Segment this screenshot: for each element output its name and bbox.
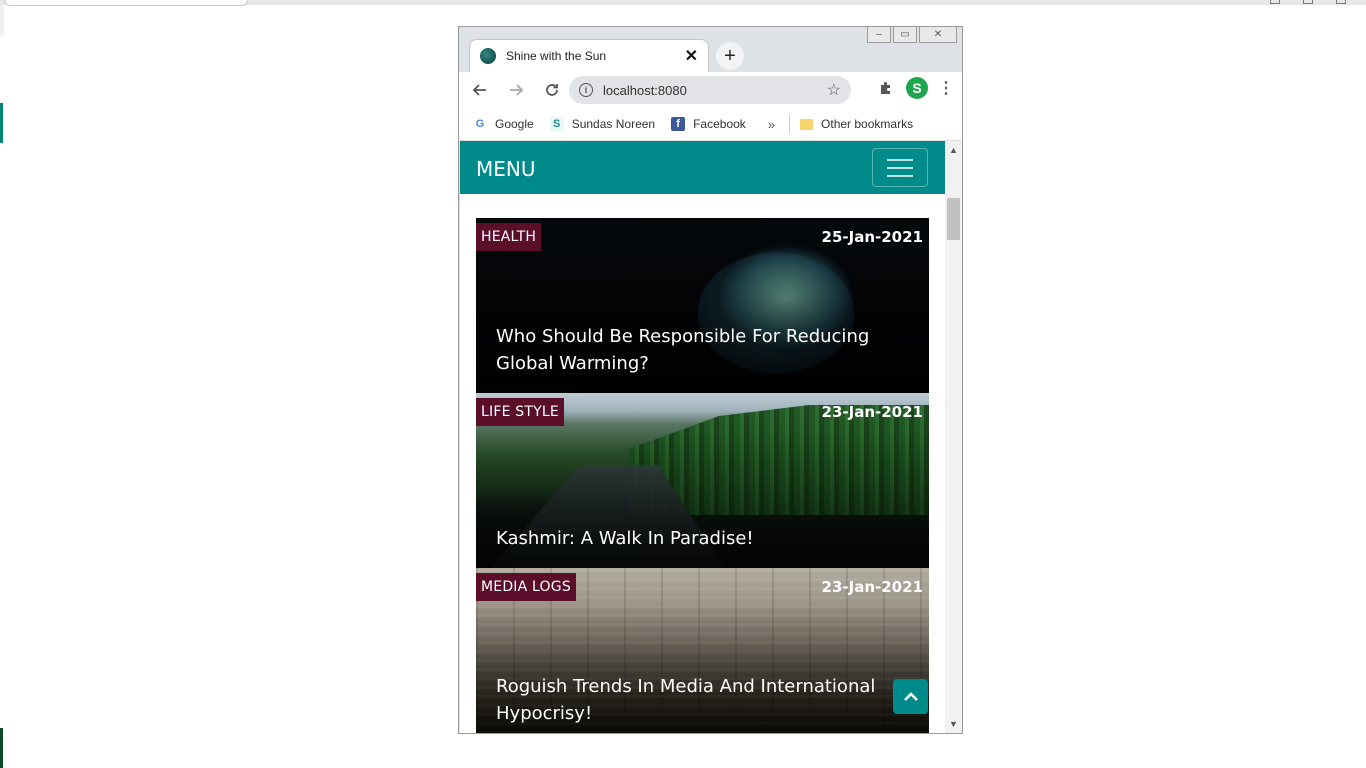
post-date: 23-Jan-2021	[821, 403, 923, 421]
new-tab-button[interactable]: +	[716, 42, 744, 70]
background-tab	[4, 0, 248, 6]
arrow-right-icon	[510, 84, 524, 96]
scroll-up-arrow-icon[interactable]: ▲	[945, 143, 962, 157]
chevron-up-icon[interactable]	[893, 679, 928, 714]
post-list: HEALTH 25-Jan-2021 Who Should Be Respons…	[476, 218, 929, 733]
category-badge[interactable]: MEDIA LOGS	[476, 573, 576, 601]
background-window-control	[1303, 0, 1313, 4]
other-bookmarks-label: Other bookmarks	[821, 117, 914, 131]
forward-button[interactable]	[501, 75, 531, 105]
navbar-brand[interactable]: MENU	[476, 157, 536, 181]
google-icon: G	[475, 118, 485, 130]
tab-close-button[interactable]: ✕	[685, 46, 698, 66]
close-window-button[interactable]: ✕	[919, 27, 957, 43]
restore-button[interactable]: ▭	[893, 27, 917, 43]
browser-toolbar: i localhost:8080 ☆ S ⋮	[459, 72, 962, 108]
puzzle-icon[interactable]	[874, 76, 898, 100]
background-accent	[0, 103, 3, 143]
bookmark-facebook[interactable]: f Facebook	[671, 117, 746, 131]
bookmarks-divider	[789, 115, 791, 133]
post-card[interactable]: MEDIA LOGS 23-Jan-2021 Roguish Trends In…	[476, 568, 929, 733]
star-icon[interactable]: ☆	[827, 80, 841, 100]
post-title[interactable]: Kashmir: A Walk In Paradise!	[496, 525, 916, 552]
bookmark-google[interactable]: G Google	[473, 117, 534, 131]
background-accent	[0, 728, 3, 768]
scroll-down-arrow-icon[interactable]: ▼	[945, 717, 962, 731]
background-window-edge	[0, 5, 4, 35]
post-date: 23-Jan-2021	[821, 578, 923, 596]
minimize-button[interactable]: –	[867, 27, 891, 43]
bookmark-label: Google	[495, 117, 534, 131]
url-text: localhost:8080	[603, 82, 687, 98]
background-window-control	[1270, 0, 1280, 4]
s-site-icon: S	[549, 117, 564, 131]
site-favicon-icon	[480, 48, 496, 64]
title-bar: – ▭ ✕ Shine with the Sun ✕ +	[459, 27, 962, 72]
facebook-icon: f	[671, 117, 686, 131]
browser-tab[interactable]: Shine with the Sun ✕	[469, 39, 709, 72]
other-bookmarks-folder[interactable]: Other bookmarks	[800, 117, 913, 131]
folder-icon	[800, 118, 814, 130]
kebab-icon[interactable]: ⋮	[936, 76, 956, 100]
tab-title: Shine with the Sun	[506, 49, 607, 63]
profile-avatar[interactable]: S	[906, 77, 928, 99]
site-navbar: MENU	[460, 141, 945, 194]
back-button[interactable]	[465, 75, 495, 105]
arrow-left-icon	[472, 84, 486, 96]
post-card[interactable]: HEALTH 25-Jan-2021 Who Should Be Respons…	[476, 218, 929, 393]
post-date: 25-Jan-2021	[821, 228, 923, 246]
page-viewport: MENU HEALTH 25-Jan-2021 Who Should Be Re…	[460, 141, 945, 733]
address-bar[interactable]: i localhost:8080 ☆	[569, 76, 851, 104]
bookmarks-overflow-button[interactable]: »	[768, 117, 775, 132]
info-icon[interactable]: i	[579, 83, 593, 97]
browser-window: – ▭ ✕ Shine with the Sun ✕ + i localhost…	[458, 26, 963, 734]
bookmark-label: Facebook	[693, 117, 746, 131]
hamburger-icon[interactable]	[872, 148, 928, 187]
bookmark-sundas-noreen[interactable]: S Sundas Noreen	[549, 117, 656, 131]
post-title[interactable]: Roguish Trends In Media And Internationa…	[496, 673, 916, 727]
reload-button[interactable]	[537, 75, 567, 105]
reload-icon	[546, 84, 558, 96]
scrollbar-thumb[interactable]	[947, 198, 960, 240]
category-badge[interactable]: HEALTH	[476, 223, 542, 251]
bookmark-label: Sundas Noreen	[571, 117, 656, 131]
bookmarks-bar: G Google S Sundas Noreen f Facebook » Ot…	[459, 108, 962, 141]
page-scrollbar[interactable]: ▲ ▼	[945, 141, 962, 733]
post-title[interactable]: Who Should Be Responsible For Reducing G…	[496, 323, 916, 377]
category-badge[interactable]: LIFE STYLE	[476, 398, 564, 426]
background-window-control	[1336, 0, 1346, 4]
post-card[interactable]: LIFE STYLE 23-Jan-2021 Kashmir: A Walk I…	[476, 393, 929, 568]
